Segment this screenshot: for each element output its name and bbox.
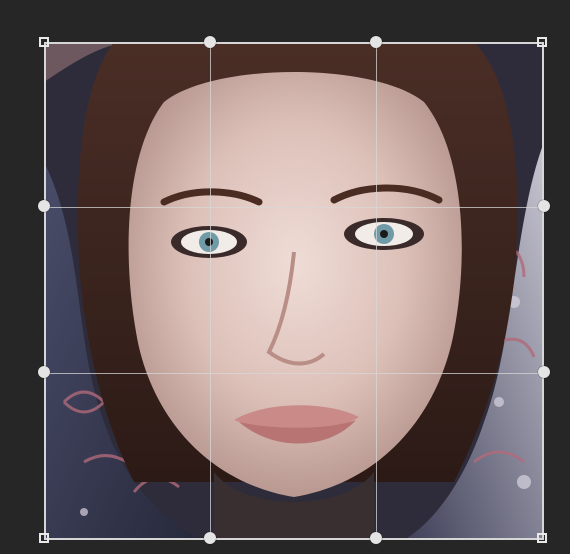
grid-line-horizontal-top [46, 207, 542, 208]
crop-handle-top-right[interactable] [537, 37, 547, 47]
crop-handle-top-left[interactable] [39, 37, 49, 47]
crop-handle-bottom-1[interactable] [204, 532, 216, 544]
crop-handle-bottom-left[interactable] [39, 533, 49, 543]
crop-handle-bottom-2[interactable] [370, 532, 382, 544]
canvas-workspace [0, 0, 570, 554]
grid-line-vertical-right [376, 44, 377, 538]
crop-box[interactable] [44, 42, 544, 540]
crop-handle-top-2[interactable] [370, 36, 382, 48]
crop-handle-top-1[interactable] [204, 36, 216, 48]
crop-handle-right-1[interactable] [538, 200, 550, 212]
grid-line-vertical-left [210, 44, 211, 538]
crop-handle-left-2[interactable] [38, 366, 50, 378]
crop-handle-bottom-right[interactable] [537, 533, 547, 543]
crop-handle-right-2[interactable] [538, 366, 550, 378]
grid-line-horizontal-bottom [46, 373, 542, 374]
crop-handle-left-1[interactable] [38, 200, 50, 212]
